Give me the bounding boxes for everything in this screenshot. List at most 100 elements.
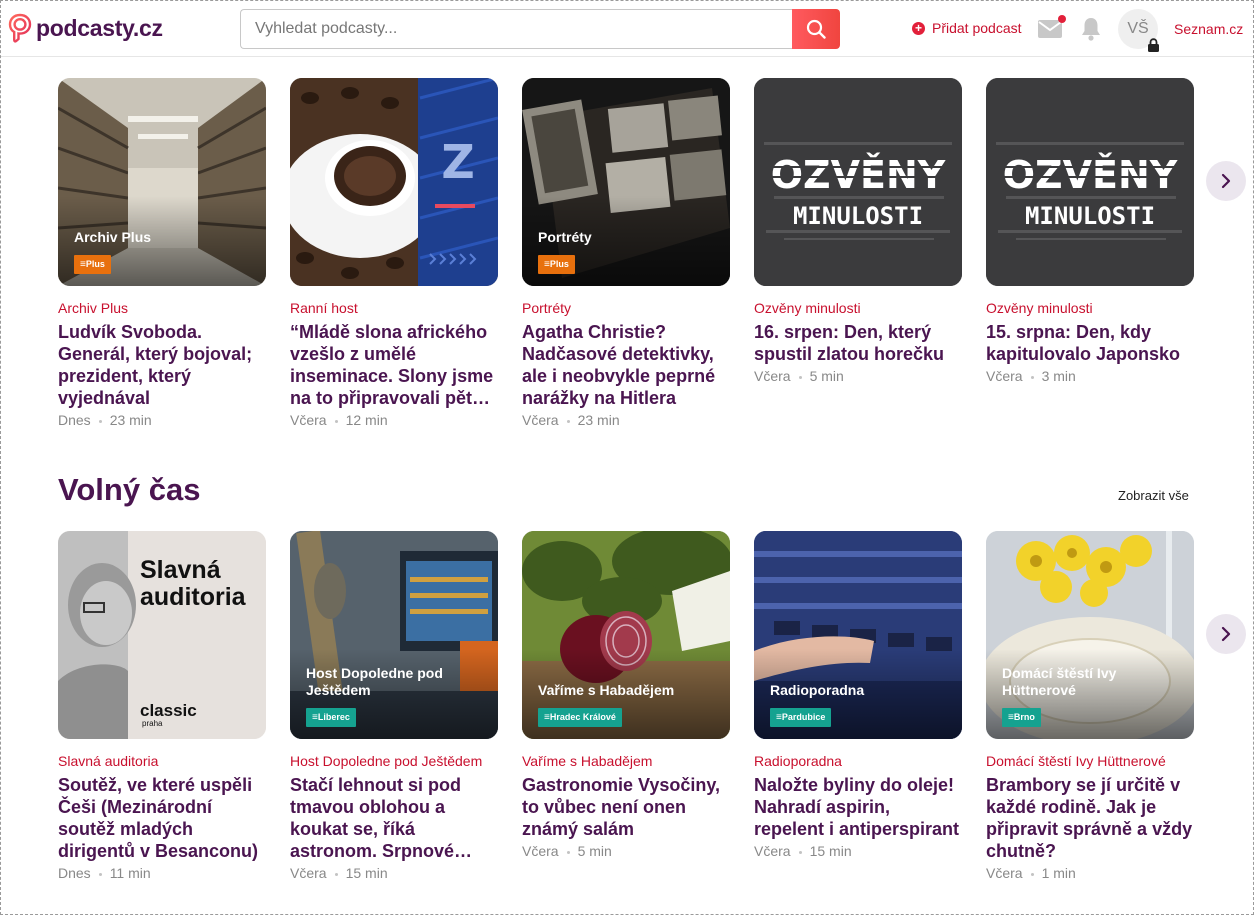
episode-date: Dnes — [58, 412, 91, 428]
episode-thumbnail: Radioporadna Pardubice — [754, 531, 962, 739]
row2-next-button[interactable] — [1206, 614, 1246, 654]
search-bar — [240, 9, 840, 49]
episode-date: Včera — [290, 412, 327, 428]
art-logo-subtext: praha — [142, 719, 163, 728]
show-name[interactable]: Ranní host — [290, 300, 498, 317]
episode-meta: Včera 5 min — [754, 368, 962, 385]
episode-card[interactable]: Host Dopoledne pod Ještědem Liberec Host… — [290, 531, 498, 882]
show-name[interactable]: Vaříme s Habadějem — [522, 753, 730, 770]
episode-meta: Dnes 11 min — [58, 865, 266, 882]
episode-title[interactable]: Soutěž, ve které uspěli Češi (Mezinárodn… — [58, 774, 266, 862]
chevron-right-icon — [1221, 626, 1231, 642]
episode-meta: Dnes 23 min — [58, 412, 266, 429]
station-badge: Liberec — [306, 708, 356, 727]
podcasty-logo-icon — [8, 13, 32, 43]
unread-indicator — [1058, 15, 1066, 23]
show-name[interactable]: Ozvěny minulosti — [986, 300, 1194, 317]
episode-card[interactable]: Domácí štěstí Ivy Hüttnerové Brno Domácí… — [986, 531, 1194, 882]
episode-date: Dnes — [58, 865, 91, 881]
episode-date: Včera — [290, 865, 327, 881]
episode-title[interactable]: Gastronomie Vysočiny, to vůbec není onen… — [522, 774, 730, 840]
episode-thumbnail: Domácí štěstí Ivy Hüttnerové Brno — [986, 531, 1194, 739]
show-name[interactable]: Domácí štěstí Ivy Hüttnerové — [986, 753, 1194, 770]
episode-date: Včera — [986, 865, 1023, 881]
thumbnail-title: Domácí štěstí Ivy Hüttnerové — [1002, 665, 1117, 698]
show-name[interactable]: Slavná auditoria — [58, 753, 266, 770]
episode-card[interactable]: Z Ranní host “Mládě slona afrického vzeš… — [290, 78, 498, 429]
episode-duration: 11 min — [109, 865, 151, 881]
art-subtitle-text: MINULOSTI — [793, 202, 923, 230]
show-name[interactable]: Portréty — [522, 300, 730, 317]
episode-duration: 3 min — [1041, 368, 1076, 384]
episode-thumbnail: Portréty Plus — [522, 78, 730, 286]
art-logo-text: classic — [140, 701, 197, 720]
episode-thumbnail: Z — [290, 78, 498, 286]
episode-duration: 15 min — [345, 865, 388, 881]
episode-card[interactable]: Vaříme s Habadějem Hradec Králové Vaříme… — [522, 531, 730, 860]
site-header: podcasty.cz + Přidat podcast VŠ Seznam.c… — [0, 0, 1254, 57]
art-title-text: Slavná auditoria — [140, 556, 246, 611]
episode-thumbnail: Host Dopoledne pod Ještědem Liberec — [290, 531, 498, 739]
row1-next-button[interactable] — [1206, 161, 1246, 201]
thumbnail-title: Archiv Plus — [74, 229, 152, 245]
show-name[interactable]: Radioporadna — [754, 753, 962, 770]
station-badge: Brno — [1002, 708, 1041, 727]
episode-duration: 23 min — [577, 412, 620, 428]
station-badge: Plus — [538, 255, 575, 274]
episode-title[interactable]: Agatha Christie? Nadčasové detektivky, a… — [522, 321, 730, 409]
episode-title[interactable]: Brambory se jí určitě v každé rodině. Ja… — [986, 774, 1194, 862]
episode-card[interactable]: OZVĚNY MINULOSTI Ozvěny minulosti 15. sr… — [986, 78, 1194, 385]
show-all-link[interactable]: Zobrazit vše — [1118, 488, 1189, 503]
episode-title[interactable]: 16. srpen: Den, který spustil zlatou hor… — [754, 321, 962, 365]
site-logo[interactable]: podcasty.cz — [8, 13, 163, 43]
art-title-text: OZVĚNY — [1003, 153, 1178, 197]
show-name[interactable]: Host Dopoledne pod Ještědem — [290, 753, 498, 770]
thumbnail-title: Host Dopoledne pod Ještědem — [306, 665, 443, 698]
episode-duration: 1 min — [1041, 865, 1076, 881]
station-badge: Plus — [74, 255, 111, 274]
episode-thumbnail: Slavná auditoria classic praha — [58, 531, 266, 739]
episode-thumbnail: OZVĚNY MINULOSTI — [754, 78, 962, 286]
episode-card[interactable]: Slavná auditoria classic praha Slavná au… — [58, 531, 266, 882]
episode-thumbnail: OZVĚNY MINULOSTI — [986, 78, 1194, 286]
section-title: Volný čas — [58, 472, 201, 507]
episode-meta: Včera 12 min — [290, 412, 498, 429]
svg-text:Z: Z — [441, 135, 474, 189]
episode-title[interactable]: 15. srpna: Den, kdy kapitulovalo Japonsk… — [986, 321, 1194, 365]
add-podcast-link[interactable]: + Přidat podcast — [912, 20, 1022, 36]
show-name[interactable]: Ozvěny minulosti — [754, 300, 962, 317]
lock-icon — [1148, 38, 1159, 52]
search-button[interactable] — [792, 9, 840, 49]
episode-meta: Včera 3 min — [986, 368, 1194, 385]
thumbnail-title: Vaříme s Habadějem — [538, 682, 675, 698]
episode-date: Včera — [522, 412, 559, 428]
episode-date: Včera — [754, 368, 791, 384]
episode-date: Včera — [754, 843, 791, 859]
episode-title[interactable]: Stačí lehnout si pod tmavou oblohou a ko… — [290, 774, 498, 862]
chevron-right-icon — [1221, 173, 1231, 189]
art-subtitle-text: MINULOSTI — [1025, 202, 1155, 230]
episode-card[interactable]: OZVĚNY MINULOSTI Ozvěny minulosti 16. sr… — [754, 78, 962, 385]
show-name[interactable]: Archiv Plus — [58, 300, 266, 317]
station-badge: Hradec Králové — [538, 708, 622, 727]
search-input[interactable] — [240, 9, 792, 49]
podcast-row-1: Archiv Plus Plus Archiv Plus Ludvík Svob… — [58, 78, 1198, 438]
episode-card[interactable]: Archiv Plus Plus Archiv Plus Ludvík Svob… — [58, 78, 266, 429]
plus-icon: + — [912, 21, 925, 35]
episode-title[interactable]: Naložte byliny do oleje! Nahradí aspirin… — [754, 774, 962, 840]
episode-meta: Včera 15 min — [754, 843, 962, 860]
bell-icon[interactable] — [1080, 16, 1102, 42]
messages-button[interactable] — [1038, 15, 1066, 40]
episode-duration: 5 min — [577, 843, 612, 859]
episode-card[interactable]: Portréty Plus Portréty Agatha Christie? … — [522, 78, 730, 429]
episode-title[interactable]: “Mládě slona afrického vzešlo z umělé in… — [290, 321, 498, 409]
add-podcast-label: Přidat podcast — [932, 20, 1022, 36]
seznam-link[interactable]: Seznam.cz — [1174, 21, 1243, 37]
episode-meta: Včera 15 min — [290, 865, 498, 882]
episode-meta: Včera 5 min — [522, 843, 730, 860]
thumbnail-title: Radioporadna — [770, 682, 865, 698]
episode-card[interactable]: Radioporadna Pardubice Radioporadna Nalo… — [754, 531, 962, 860]
episode-title[interactable]: Ludvík Svoboda. Generál, který bojoval; … — [58, 321, 266, 409]
episode-thumbnail: Vaříme s Habadějem Hradec Králové — [522, 531, 730, 739]
search-icon — [806, 19, 826, 39]
